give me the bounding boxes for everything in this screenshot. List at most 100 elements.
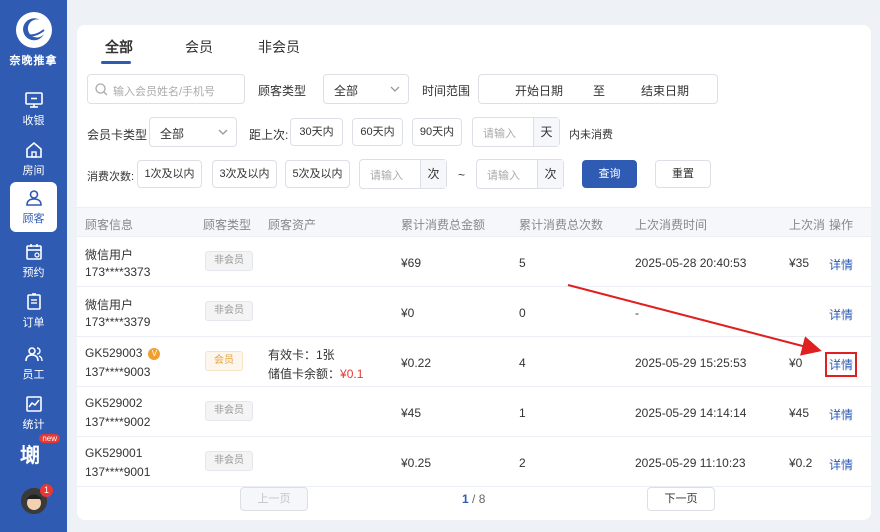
days-input[interactable]: 请输入 天 — [472, 117, 560, 147]
customer-type-select[interactable]: 全部 — [323, 74, 409, 104]
count-3-button[interactable]: 3次及以内 — [212, 160, 277, 188]
total-count: 2 — [519, 456, 526, 470]
table-row: GK529003 V 137****9003 会员 有效卡：1张 储值卡余额：¥0… — [77, 337, 871, 387]
count-max-placeholder: 请输入 — [487, 170, 520, 182]
sidebar-item-customer[interactable]: 顾客 — [10, 182, 57, 232]
sidebar-item-cashier[interactable]: 收银 — [0, 84, 67, 134]
active-tab-indicator — [101, 61, 131, 64]
chevron-down-icon — [390, 86, 400, 92]
column-header: 顾客资产 — [268, 218, 317, 232]
brand-name: 奈晚推拿 — [9, 55, 58, 67]
last-consume-amount: ¥45 — [789, 406, 810, 420]
customer-name: GK529003 — [85, 346, 143, 360]
range-separator: 至 — [593, 84, 606, 98]
sidebar: 奈晚推拿 收银 房间 顾客 预约 订单 员工 统计 㙟 new 1 — [0, 0, 67, 532]
user-icon — [25, 190, 42, 206]
detail-link[interactable]: 详情 — [829, 456, 853, 473]
valid-cards: 有效卡：1张 — [268, 348, 335, 362]
last-consume-amount: ¥0.2 — [789, 456, 813, 470]
detail-link[interactable]: 详情 — [829, 406, 853, 423]
brand-logo: 奈晚推拿 — [0, 12, 67, 68]
sidebar-item-label: 统计 — [22, 419, 45, 431]
avatar[interactable]: 1 — [21, 484, 53, 514]
customer-type-badge: 非会员 — [205, 451, 253, 471]
staff-icon — [24, 347, 43, 362]
pagination: 上一页 1 / 8 下一页 — [77, 480, 871, 520]
total-amount: ¥69 — [401, 256, 422, 270]
column-header: 累计消费总金额 — [401, 218, 486, 232]
tab-non-member[interactable]: 非会员 — [258, 37, 300, 57]
customer-phone: 137****9002 — [85, 415, 151, 429]
tab-all[interactable]: 全部 — [105, 37, 133, 57]
search-input[interactable]: 输入会员姓名/手机号 — [87, 74, 245, 104]
total-count: 1 — [519, 406, 526, 420]
search-icon — [95, 83, 108, 96]
sidebar-item-stats[interactable]: 统计 — [0, 388, 67, 438]
detail-link[interactable]: 详情 — [829, 256, 853, 273]
calendar-icon — [25, 244, 42, 260]
days-suffix: 内未消费 — [569, 129, 613, 141]
table-row: 微信用户 173****3379 非会员 ¥0 0 - 详情 — [77, 287, 871, 337]
sidebar-item-label: 收银 — [22, 115, 45, 127]
vip-icon: V — [148, 348, 161, 360]
count-1-button[interactable]: 1次及以内 — [137, 160, 202, 188]
prev-page-button[interactable]: 上一页 — [240, 487, 308, 511]
customer-phone: 137****9001 — [85, 465, 151, 479]
reset-button[interactable]: 重置 — [655, 160, 711, 188]
query-button[interactable]: 查询 — [582, 160, 637, 188]
card-type-select[interactable]: 全部 — [149, 117, 237, 147]
last-consume-amount: ¥0 — [789, 356, 803, 370]
sidebar-item-room[interactable]: 房间 — [0, 134, 67, 184]
detail-link[interactable]: 详情 — [829, 306, 853, 323]
sidebar-item-booking[interactable]: 预约 — [0, 236, 67, 286]
next-page-button[interactable]: 下一页 — [647, 487, 715, 511]
customer-type-badge: 非会员 — [205, 401, 253, 421]
sidebar-item-staff[interactable]: 员工 — [0, 338, 67, 388]
tab-member[interactable]: 会员 — [185, 37, 213, 57]
count-label: 消费次数: — [87, 171, 135, 183]
days-60-button[interactable]: 60天内 — [352, 118, 403, 146]
detail-link[interactable]: 详情 — [824, 352, 858, 377]
table-row: GK529002 137****9002 非会员 ¥45 1 2025-05-2… — [77, 387, 871, 437]
count-min-placeholder: 请输入 — [370, 170, 403, 182]
svg-text:㙟: 㙟 — [20, 443, 40, 467]
customer-type-badge: 会员 — [205, 351, 243, 371]
balance-value: ¥0.1 — [340, 367, 364, 381]
days-30-button[interactable]: 30天内 — [290, 118, 343, 146]
customer-panel: 全部 会员 非会员 输入会员姓名/手机号 顾客类型 全部 时间范围 开始日期 至… — [77, 25, 871, 520]
column-header: 上次消 — [789, 218, 826, 232]
date-range-picker[interactable]: 开始日期 至 结束日期 — [478, 74, 718, 104]
customer-type-label: 顾客类型 — [258, 84, 307, 98]
count-5-button[interactable]: 5次及以内 — [285, 160, 350, 188]
notification-badge: 1 — [40, 484, 53, 497]
last-consume-time: 2025-05-29 15:25:53 — [635, 356, 747, 370]
sidebar-item-order[interactable]: 订单 — [0, 286, 67, 336]
total-amount: ¥0.25 — [401, 456, 432, 470]
total-amount: ¥45 — [401, 406, 422, 420]
cashier-icon — [24, 92, 43, 108]
days-90-button[interactable]: 90天内 — [412, 118, 462, 146]
sidebar-item-label: 订单 — [22, 317, 45, 329]
sidebar-item-label: 顾客 — [22, 213, 45, 225]
chevron-down-icon — [218, 129, 228, 135]
customer-name: GK529001 — [85, 446, 143, 460]
column-header: 上次消费时间 — [635, 218, 708, 232]
total-pages: / 8 — [472, 492, 486, 506]
customer-phone: 173****3373 — [85, 265, 151, 279]
sidebar-item-label: 房间 — [22, 165, 45, 177]
count-min-input[interactable]: 请输入 次 — [359, 159, 447, 189]
customer-name: 微信用户 — [85, 248, 134, 262]
customer-type-badge: 非会员 — [205, 251, 253, 271]
end-date-placeholder: 结束日期 — [641, 84, 690, 98]
customer-phone: 137****9003 — [85, 365, 151, 379]
count-max-input[interactable]: 请输入 次 — [476, 159, 564, 189]
count-min-unit: 次 — [420, 160, 446, 188]
total-count: 0 — [519, 306, 526, 320]
customer-name-with-vip: GK529003 V — [85, 346, 161, 360]
column-header: 顾客信息 — [85, 218, 134, 232]
customer-name: GK529002 — [85, 396, 143, 410]
sidebar-item-label: 员工 — [22, 369, 45, 381]
promo-entry[interactable]: 㙟 new — [18, 434, 60, 468]
customer-type-value: 全部 — [334, 84, 359, 98]
table-header: 顾客信息 顾客类型 顾客资产 累计消费总金额 累计消费总次数 上次消费时间 上次… — [77, 207, 871, 237]
